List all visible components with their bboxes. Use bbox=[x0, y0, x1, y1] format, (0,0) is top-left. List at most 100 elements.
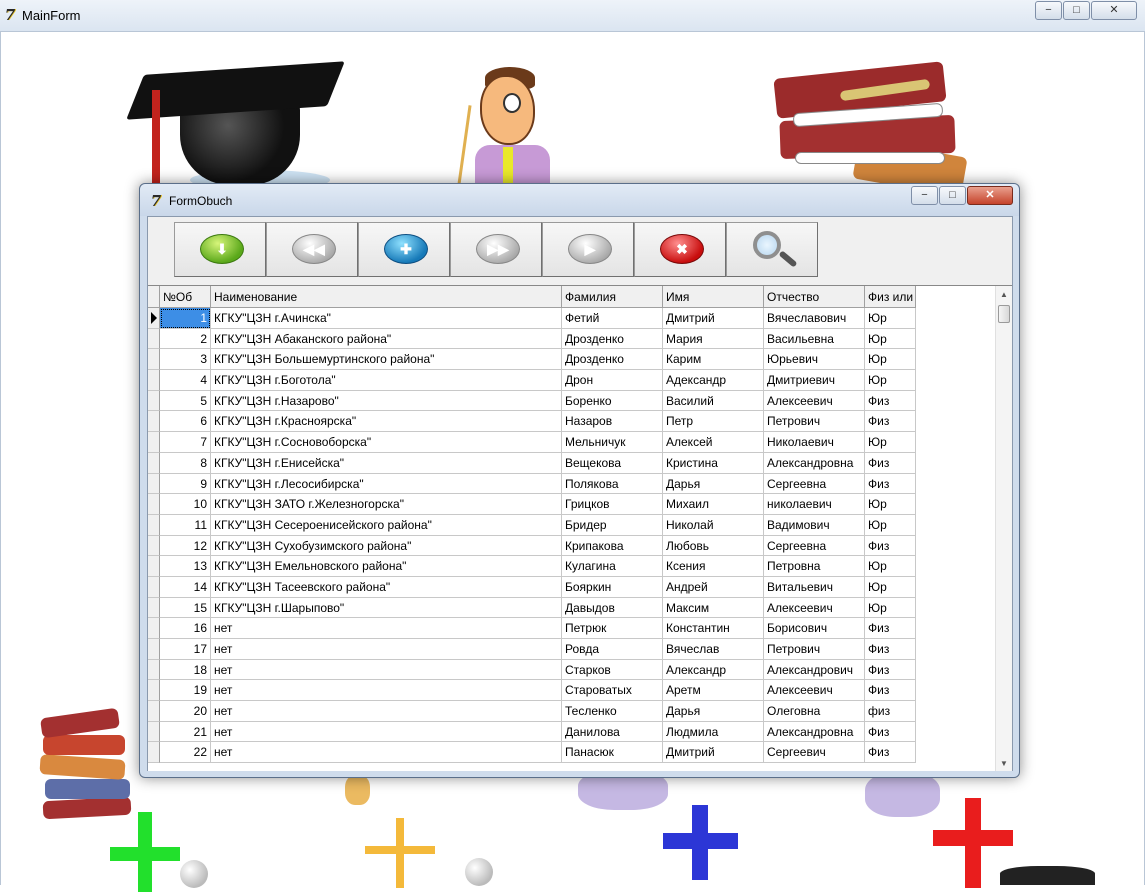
table-cell[interactable]: 4 bbox=[160, 370, 211, 391]
table-cell[interactable]: Васильевна bbox=[764, 328, 865, 350]
table-row[interactable]: 20 нет Тесленко Дарья Олеговна физ bbox=[148, 701, 916, 722]
table-cell[interactable]: Петрович bbox=[764, 639, 865, 660]
column-header[interactable]: Имя bbox=[663, 286, 764, 308]
row-indicator[interactable] bbox=[148, 473, 160, 495]
column-header[interactable]: Отчество bbox=[764, 286, 865, 308]
table-cell[interactable]: Фетий bbox=[562, 308, 663, 329]
maximize-button[interactable]: □ bbox=[939, 186, 966, 205]
table-cell[interactable]: 17 bbox=[160, 639, 211, 660]
table-cell[interactable]: 21 bbox=[160, 721, 211, 743]
table-cell[interactable]: КГКУ"ЦЗН Сухобузимского района" bbox=[211, 535, 562, 557]
table-cell[interactable]: КГКУ"ЦЗН Большемуртинского района" bbox=[211, 349, 562, 371]
table-cell[interactable]: Борисович bbox=[764, 618, 865, 639]
table-cell[interactable]: Алексей bbox=[663, 432, 764, 453]
table-cell[interactable]: Физ bbox=[865, 639, 916, 660]
table-row[interactable]: 13 КГКУ"ЦЗН Емельновского района" Кулагина… bbox=[148, 556, 916, 577]
table-cell[interactable]: КГКУ"ЦЗН г.Красноярска" bbox=[211, 411, 562, 433]
table-cell[interactable]: Вещекова bbox=[562, 452, 663, 474]
table-row[interactable]: 18 нет Старков Александр Александрович Физ bbox=[148, 659, 916, 681]
table-cell[interactable]: КГКУ"ЦЗН г.Лесосибирска" bbox=[211, 473, 562, 495]
table-cell[interactable]: нет bbox=[211, 639, 562, 660]
table-cell[interactable]: 16 bbox=[160, 618, 211, 639]
row-indicator[interactable] bbox=[148, 328, 160, 350]
table-cell[interactable]: КГКУ"ЦЗН г.Боготола" bbox=[211, 370, 562, 391]
table-cell[interactable]: Олеговна bbox=[764, 701, 865, 722]
row-indicator[interactable] bbox=[148, 701, 160, 722]
table-cell[interactable]: Юр bbox=[865, 370, 916, 391]
table-cell[interactable]: 12 bbox=[160, 535, 211, 557]
table-cell[interactable]: Юр bbox=[865, 556, 916, 577]
table-cell[interactable]: Константин bbox=[663, 618, 764, 639]
row-indicator[interactable] bbox=[148, 659, 160, 681]
table-cell[interactable]: Физ bbox=[865, 659, 916, 681]
row-indicator[interactable] bbox=[148, 390, 160, 412]
table-cell[interactable]: КГКУ"ЦЗН Абаканского района" bbox=[211, 328, 562, 350]
data-grid[interactable]: №Об Наименование Фамилия Имя Отчество Физ или… bbox=[148, 285, 1012, 771]
table-cell[interactable]: Михаил bbox=[663, 494, 764, 515]
table-row[interactable]: 8 КГКУ"ЦЗН г.Енисейска" Вещекова Кристина Ал… bbox=[148, 452, 916, 474]
table-cell[interactable]: Юр bbox=[865, 328, 916, 350]
table-cell[interactable]: 15 bbox=[160, 597, 211, 619]
table-cell[interactable]: Алексеевич bbox=[764, 680, 865, 702]
main-window-titlebar[interactable]: 7 MainForm − □ ✕ bbox=[0, 0, 1145, 32]
table-cell[interactable]: Юр bbox=[865, 514, 916, 536]
table-cell[interactable]: нет bbox=[211, 618, 562, 639]
table-row[interactable]: 9 КГКУ"ЦЗН г.Лесосибирска" Полякова Дарья Се… bbox=[148, 473, 916, 495]
table-row[interactable]: 2 КГКУ"ЦЗН Абаканского района" Дрозденко Ма… bbox=[148, 328, 916, 350]
table-row[interactable]: 14 КГКУ"ЦЗН Тасеевского района" Бояркин Анд… bbox=[148, 576, 916, 598]
table-cell[interactable]: Полякова bbox=[562, 473, 663, 495]
row-indicator[interactable] bbox=[148, 556, 160, 577]
table-cell[interactable]: Физ bbox=[865, 618, 916, 639]
table-cell[interactable]: Александрович bbox=[764, 659, 865, 681]
table-cell[interactable]: 8 bbox=[160, 452, 211, 474]
table-cell[interactable]: Кристина bbox=[663, 452, 764, 474]
table-cell[interactable]: 1 bbox=[160, 308, 211, 329]
row-indicator[interactable] bbox=[148, 411, 160, 433]
table-cell[interactable]: Сергеевич bbox=[764, 742, 865, 764]
table-cell[interactable]: Александровна bbox=[764, 452, 865, 474]
table-cell[interactable]: 20 bbox=[160, 701, 211, 722]
table-row[interactable]: 12 КГКУ"ЦЗН Сухобузимского района" Крипако… bbox=[148, 535, 916, 557]
next-record-button[interactable]: ▶ bbox=[542, 222, 634, 277]
table-cell[interactable]: КГКУ"ЦЗН г.Назарово" bbox=[211, 390, 562, 412]
table-cell[interactable]: Староватых bbox=[562, 680, 663, 702]
table-cell[interactable]: 13 bbox=[160, 556, 211, 577]
table-cell[interactable]: Дарья bbox=[663, 701, 764, 722]
minimize-button[interactable]: − bbox=[1035, 1, 1062, 20]
table-cell[interactable]: Любовь bbox=[663, 535, 764, 557]
column-header[interactable]: Физ или bbox=[865, 286, 916, 308]
table-cell[interactable]: Бояркин bbox=[562, 576, 663, 598]
table-cell[interactable]: Юр bbox=[865, 494, 916, 515]
row-indicator[interactable] bbox=[148, 432, 160, 453]
table-cell[interactable]: Петрюк bbox=[562, 618, 663, 639]
first-record-button[interactable]: ◀◀ bbox=[266, 222, 358, 277]
table-cell[interactable]: Дмитриевич bbox=[764, 370, 865, 391]
row-indicator[interactable] bbox=[148, 618, 160, 639]
table-row[interactable]: 15 КГКУ"ЦЗН г.Шарыпово" Давыдов Максим Алекс… bbox=[148, 597, 916, 619]
table-row[interactable]: 11 КГКУ"ЦЗН Сесероенисейского района" Брид… bbox=[148, 514, 916, 536]
table-cell[interactable]: Панасюк bbox=[562, 742, 663, 764]
table-cell[interactable]: КГКУ"ЦЗН Сесероенисейского района" bbox=[211, 514, 562, 536]
table-cell[interactable]: КГКУ"ЦЗН г.Ачинска" bbox=[211, 308, 562, 329]
table-cell[interactable]: Назаров bbox=[562, 411, 663, 433]
table-cell[interactable]: КГКУ"ЦЗН ЗАТО г.Железногорска" bbox=[211, 494, 562, 515]
table-cell[interactable]: КГКУ"ЦЗН г.Сосновоборска" bbox=[211, 432, 562, 453]
table-cell[interactable]: КГКУ"ЦЗН г.Енисейска" bbox=[211, 452, 562, 474]
table-cell[interactable]: Дмитрий bbox=[663, 742, 764, 764]
table-cell[interactable]: Кулагина bbox=[562, 556, 663, 577]
column-header[interactable]: Наименование bbox=[211, 286, 562, 308]
table-cell[interactable]: Ксения bbox=[663, 556, 764, 577]
table-row[interactable]: 6 КГКУ"ЦЗН г.Красноярска" Назаров Петр Петро… bbox=[148, 411, 916, 433]
row-indicator[interactable] bbox=[148, 494, 160, 515]
table-cell[interactable]: нет bbox=[211, 680, 562, 702]
table-cell[interactable]: 5 bbox=[160, 390, 211, 412]
table-cell[interactable]: Мельничук bbox=[562, 432, 663, 453]
table-cell[interactable]: нет bbox=[211, 701, 562, 722]
table-cell[interactable]: Юрьевич bbox=[764, 349, 865, 371]
delete-record-button[interactable]: ✖ bbox=[634, 222, 726, 277]
row-indicator[interactable] bbox=[148, 308, 160, 329]
table-cell[interactable]: Данилова bbox=[562, 721, 663, 743]
scroll-down-arrow[interactable]: ▼ bbox=[996, 755, 1012, 771]
row-indicator[interactable] bbox=[148, 576, 160, 598]
table-cell[interactable]: Дрон bbox=[562, 370, 663, 391]
